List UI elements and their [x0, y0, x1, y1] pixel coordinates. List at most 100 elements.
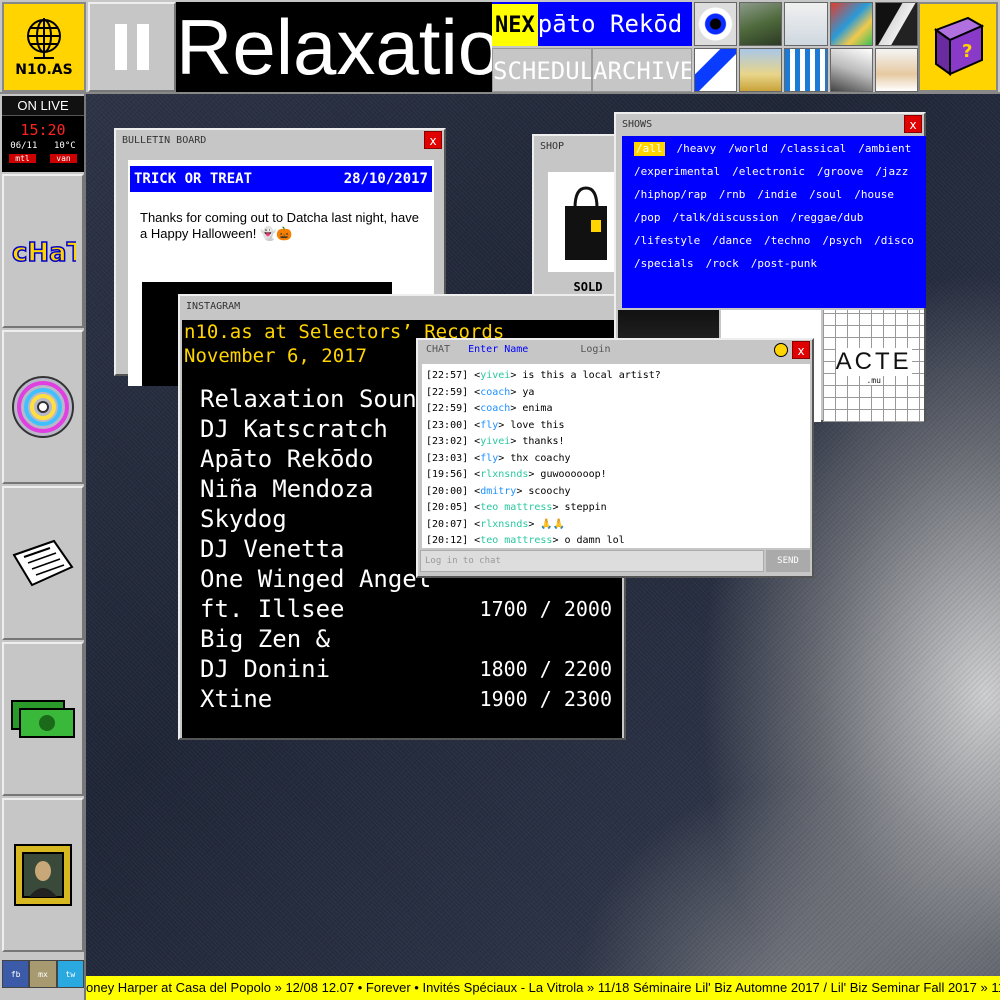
genre-tag[interactable]: /dance — [712, 234, 752, 248]
message-time: [20:00] — [426, 485, 469, 497]
chat-message: [23:03] <fly> thx coachy — [426, 452, 571, 464]
show-thumbnail[interactable]: ACTE .mu — [823, 310, 925, 422]
show-thumbnail[interactable] — [739, 2, 783, 46]
message-text: ya — [522, 386, 535, 398]
twitter-link[interactable]: tw — [56, 960, 84, 988]
eye-icon[interactable] — [694, 2, 738, 46]
message-time: [23:00] — [426, 419, 469, 431]
show-thumbnail[interactable] — [694, 48, 738, 92]
genre-tag[interactable]: /experimental — [634, 165, 720, 179]
genre-tag[interactable]: /techno — [764, 234, 810, 248]
sidebar: ON LIVE 15:20 06/11 10°C mtl van cHaT fb… — [0, 94, 86, 1000]
genre-tag[interactable]: /soul — [809, 188, 842, 202]
artist-name: Xtine — [200, 685, 273, 713]
message-user[interactable]: teo mattress — [480, 535, 552, 546]
genre-tag[interactable]: /heavy — [677, 142, 717, 156]
book-button[interactable]: ? — [918, 2, 998, 92]
close-button[interactable]: x — [424, 131, 442, 149]
close-button[interactable]: x — [904, 115, 922, 133]
show-thumbnail[interactable] — [829, 2, 873, 46]
window-title[interactable]: BULLETIN BOARD — [116, 130, 444, 150]
genre-tag[interactable]: /specials — [634, 257, 694, 271]
message-user[interactable]: yivei — [480, 370, 510, 381]
message-user[interactable]: coach — [480, 387, 510, 398]
window-title[interactable]: SHOWS — [616, 114, 924, 134]
chat-messages[interactable]: [22:57] <yivei> is this a local artist?[… — [422, 364, 810, 548]
genre-tag[interactable]: /rnb — [719, 188, 746, 202]
message-time: [23:03] — [426, 452, 469, 464]
message-text: thx coachy — [510, 452, 571, 464]
genre-tag[interactable]: /groove — [817, 165, 863, 179]
genre-tag[interactable]: /rock — [706, 257, 739, 271]
genre-tag[interactable]: /classical — [780, 142, 846, 156]
message-user[interactable]: teo mattress — [480, 502, 552, 513]
set-time: 1900 / 2300 — [479, 687, 612, 711]
records-button[interactable] — [2, 330, 84, 484]
show-thumbnail[interactable] — [784, 2, 828, 46]
genre-tag[interactable]: /psych — [822, 234, 862, 248]
message-user[interactable]: dmitry — [480, 486, 516, 497]
show-thumbnail[interactable] — [739, 48, 783, 92]
message-user[interactable]: fly — [480, 420, 498, 431]
message-time: [22:57] — [426, 370, 469, 381]
message-user[interactable]: yivei — [480, 436, 510, 447]
genre-tag[interactable]: /post-punk — [751, 257, 817, 271]
globe-icon — [27, 18, 61, 59]
message-user[interactable]: rlxnsnds — [480, 469, 528, 480]
chat-button[interactable]: cHaT — [2, 174, 84, 328]
message-user[interactable]: coach — [480, 403, 510, 414]
chat-input[interactable]: Log in to chat — [420, 550, 764, 572]
next-show[interactable]: NEX pāto Rekōd — [492, 2, 692, 46]
genre-tag[interactable]: /indie — [757, 188, 797, 202]
window-title[interactable]: INSTAGRAM — [180, 296, 624, 316]
genre-tag[interactable]: /reggae/dub — [790, 211, 863, 225]
genre-tag[interactable]: /hiphop/rap — [634, 188, 707, 202]
artist-name: Big Zen & — [200, 625, 331, 653]
send-button[interactable]: SEND — [766, 550, 810, 572]
tote-bag-icon — [565, 186, 607, 260]
pause-button[interactable] — [88, 2, 176, 92]
genre-tag[interactable]: /jazz — [875, 165, 908, 179]
emoji-icon[interactable] — [774, 343, 788, 357]
genre-tag[interactable]: /lifestyle — [634, 234, 700, 248]
event-ticker[interactable]: oney Harper at Casa del Popolo » 12/08 1… — [86, 976, 1000, 1000]
close-button[interactable]: x — [792, 341, 810, 359]
message-text: scoochy — [528, 485, 571, 497]
genre-tag[interactable]: /all — [634, 142, 665, 156]
login-link[interactable]: Login — [580, 344, 610, 355]
show-thumbnail[interactable] — [874, 48, 918, 92]
city-toggle-van[interactable]: van — [50, 154, 77, 163]
news-button[interactable] — [2, 486, 84, 640]
genre-tag[interactable]: /pop — [634, 211, 661, 225]
next-title: pāto Rekōd — [537, 10, 683, 38]
mixcloud-link[interactable]: mx — [29, 960, 57, 988]
archive-button[interactable]: ARCHIVE — [592, 48, 692, 92]
schedule-button[interactable]: SCHEDULE — [492, 48, 592, 92]
show-thumbnail[interactable] — [829, 48, 873, 92]
window-title[interactable]: CHAT — [426, 344, 450, 355]
show-thumbnail[interactable] — [784, 48, 828, 92]
genre-tag[interactable]: /world — [728, 142, 768, 156]
set-time: 1800 / 2200 — [479, 657, 612, 681]
logo[interactable]: N10.AS — [2, 2, 86, 92]
post-body: Thanks for coming out to Datcha last nig… — [140, 210, 419, 241]
genre-tag[interactable]: /disco — [874, 234, 914, 248]
gallery-button[interactable] — [2, 798, 84, 952]
message-text: enima — [522, 403, 553, 414]
message-user[interactable]: rlxnsnds — [480, 519, 528, 530]
enter-name-link[interactable]: Enter Name — [468, 344, 528, 355]
message-time: [20:07] — [426, 518, 469, 530]
artist-name: ft. Illsee — [200, 595, 345, 623]
message-text: 🙏🙏 — [540, 518, 566, 530]
genre-tag[interactable]: /talk/discussion — [673, 211, 779, 225]
city-toggle-mtl[interactable]: mtl — [9, 154, 36, 163]
message-time: [22:59] — [426, 386, 469, 398]
genre-tag[interactable]: /electronic — [732, 165, 805, 179]
pause-icon — [115, 24, 127, 70]
genre-tag[interactable]: /house — [854, 188, 894, 202]
message-user[interactable]: fly — [480, 453, 498, 464]
show-thumbnail[interactable] — [874, 2, 918, 46]
facebook-link[interactable]: fb — [2, 960, 30, 988]
shop-button[interactable] — [2, 642, 84, 796]
genre-tag[interactable]: /ambient — [858, 142, 911, 156]
